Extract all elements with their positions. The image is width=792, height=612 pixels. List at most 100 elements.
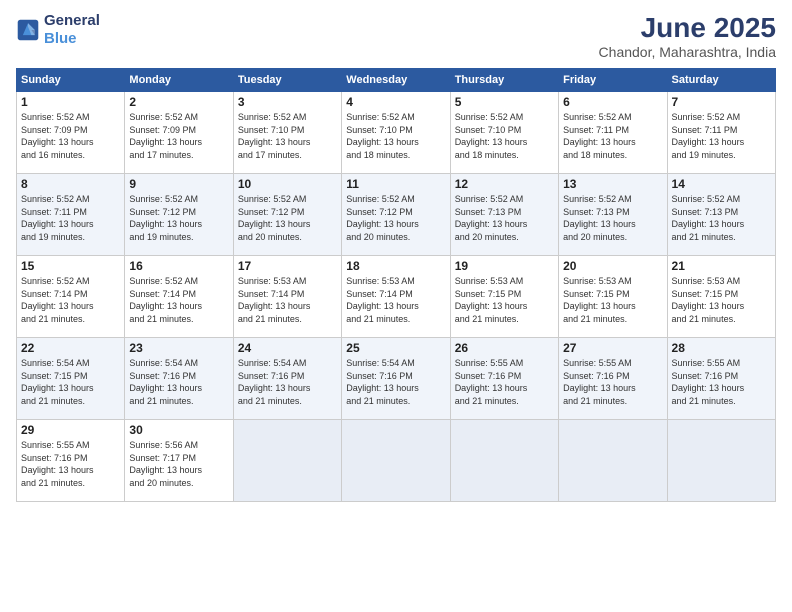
- day-number: 13: [563, 177, 662, 191]
- day-info: Sunrise: 5:52 AMSunset: 7:10 PMDaylight:…: [238, 111, 337, 161]
- table-row: 15Sunrise: 5:52 AMSunset: 7:14 PMDayligh…: [17, 256, 125, 338]
- day-number: 22: [21, 341, 120, 355]
- calendar-week-row: 8 Sunrise: 5:52 AMSunset: 7:11 PMDaylight…: [17, 174, 776, 256]
- day-info: Sunrise: 5:54 AMSunset: 7:16 PMDaylight:…: [346, 357, 445, 407]
- table-row: 17Sunrise: 5:53 AMSunset: 7:14 PMDayligh…: [233, 256, 341, 338]
- day-info: Sunrise: 5:52 AMSunset: 7:13 PMDaylight:…: [563, 193, 662, 243]
- day-number: 16: [129, 259, 228, 273]
- table-row: 11 Sunrise: 5:52 AMSunset: 7:12 PMDayligh…: [342, 174, 450, 256]
- col-monday: Monday: [125, 69, 233, 92]
- day-info: Sunrise: 5:52 AMSunset: 7:13 PMDaylight:…: [455, 193, 554, 243]
- logo-icon: [16, 18, 40, 42]
- day-number: 23: [129, 341, 228, 355]
- day-number: 8: [21, 177, 120, 191]
- table-row: 23 Sunrise: 5:54 AMSunset: 7:16 PMDayligh…: [125, 338, 233, 420]
- day-info: Sunrise: 5:53 AMSunset: 7:15 PMDaylight:…: [455, 275, 554, 325]
- table-row: 8 Sunrise: 5:52 AMSunset: 7:11 PMDaylight…: [17, 174, 125, 256]
- day-info: Sunrise: 5:52 AMSunset: 7:12 PMDaylight:…: [346, 193, 445, 243]
- logo: General Blue: [16, 12, 100, 48]
- location-title: Chandor, Maharashtra, India: [599, 44, 776, 60]
- table-row: 2 Sunrise: 5:52 AMSunset: 7:09 PMDaylight…: [125, 92, 233, 174]
- day-info: Sunrise: 5:55 AMSunset: 7:16 PMDaylight:…: [21, 439, 120, 489]
- table-row: 1 Sunrise: 5:52 AMSunset: 7:09 PMDaylight…: [17, 92, 125, 174]
- table-row: 16Sunrise: 5:52 AMSunset: 7:14 PMDayligh…: [125, 256, 233, 338]
- table-row: 24 Sunrise: 5:54 AMSunset: 7:16 PMDayligh…: [233, 338, 341, 420]
- table-row: 13 Sunrise: 5:52 AMSunset: 7:13 PMDayligh…: [559, 174, 667, 256]
- col-thursday: Thursday: [450, 69, 558, 92]
- table-row: 12 Sunrise: 5:52 AMSunset: 7:13 PMDayligh…: [450, 174, 558, 256]
- day-number: 5: [455, 95, 554, 109]
- table-row: 3 Sunrise: 5:52 AMSunset: 7:10 PMDaylight…: [233, 92, 341, 174]
- day-info: Sunrise: 5:53 AMSunset: 7:15 PMDaylight:…: [672, 275, 771, 325]
- table-row: 5Sunrise: 5:52 AMSunset: 7:10 PMDaylight…: [450, 92, 558, 174]
- day-number: 11: [346, 177, 445, 191]
- day-number: 25: [346, 341, 445, 355]
- table-row: [450, 420, 558, 502]
- day-info: Sunrise: 5:52 AMSunset: 7:14 PMDaylight:…: [21, 275, 120, 325]
- day-number: 9: [129, 177, 228, 191]
- table-row: 21 Sunrise: 5:53 AMSunset: 7:15 PMDayligh…: [667, 256, 775, 338]
- table-row: 29 Sunrise: 5:55 AMSunset: 7:16 PMDayligh…: [17, 420, 125, 502]
- table-row: 22 Sunrise: 5:54 AMSunset: 7:15 PMDayligh…: [17, 338, 125, 420]
- table-row: 28 Sunrise: 5:55 AMSunset: 7:16 PMDayligh…: [667, 338, 775, 420]
- table-row: [342, 420, 450, 502]
- day-number: 26: [455, 341, 554, 355]
- day-number: 3: [238, 95, 337, 109]
- day-info: Sunrise: 5:53 AMSunset: 7:14 PMDaylight:…: [346, 275, 445, 325]
- day-info: Sunrise: 5:56 AMSunset: 7:17 PMDaylight:…: [129, 439, 228, 489]
- table-row: 18 Sunrise: 5:53 AMSunset: 7:14 PMDayligh…: [342, 256, 450, 338]
- table-row: 30 Sunrise: 5:56 AMSunset: 7:17 PMDayligh…: [125, 420, 233, 502]
- day-number: 6: [563, 95, 662, 109]
- day-info: Sunrise: 5:55 AMSunset: 7:16 PMDaylight:…: [563, 357, 662, 407]
- month-title: June 2025: [599, 12, 776, 44]
- day-info: Sunrise: 5:52 AMSunset: 7:11 PMDaylight:…: [563, 111, 662, 161]
- day-info: Sunrise: 5:52 AMSunset: 7:09 PMDaylight:…: [129, 111, 228, 161]
- day-number: 14: [672, 177, 771, 191]
- day-info: Sunrise: 5:55 AMSunset: 7:16 PMDaylight:…: [455, 357, 554, 407]
- title-block: June 2025 Chandor, Maharashtra, India: [599, 12, 776, 60]
- day-number: 27: [563, 341, 662, 355]
- header: General Blue June 2025 Chandor, Maharash…: [16, 12, 776, 60]
- day-info: Sunrise: 5:52 AMSunset: 7:09 PMDaylight:…: [21, 111, 120, 161]
- day-number: 29: [21, 423, 120, 437]
- table-row: 25 Sunrise: 5:54 AMSunset: 7:16 PMDayligh…: [342, 338, 450, 420]
- day-number: 21: [672, 259, 771, 273]
- day-number: 30: [129, 423, 228, 437]
- day-info: Sunrise: 5:54 AMSunset: 7:15 PMDaylight:…: [21, 357, 120, 407]
- logo-line2: Blue: [44, 30, 77, 47]
- day-info: Sunrise: 5:55 AMSunset: 7:16 PMDaylight:…: [672, 357, 771, 407]
- day-number: 20: [563, 259, 662, 273]
- table-row: 10Sunrise: 5:52 AMSunset: 7:12 PMDayligh…: [233, 174, 341, 256]
- calendar-week-row: 1 Sunrise: 5:52 AMSunset: 7:09 PMDaylight…: [17, 92, 776, 174]
- table-row: [667, 420, 775, 502]
- day-number: 1: [21, 95, 120, 109]
- day-number: 2: [129, 95, 228, 109]
- day-number: 24: [238, 341, 337, 355]
- day-info: Sunrise: 5:52 AMSunset: 7:11 PMDaylight:…: [672, 111, 771, 161]
- col-tuesday: Tuesday: [233, 69, 341, 92]
- day-info: Sunrise: 5:52 AMSunset: 7:12 PMDaylight:…: [129, 193, 228, 243]
- calendar-week-row: 15Sunrise: 5:52 AMSunset: 7:14 PMDayligh…: [17, 256, 776, 338]
- day-info: Sunrise: 5:54 AMSunset: 7:16 PMDaylight:…: [129, 357, 228, 407]
- day-number: 18: [346, 259, 445, 273]
- day-info: Sunrise: 5:52 AMSunset: 7:10 PMDaylight:…: [346, 111, 445, 161]
- table-row: 7 Sunrise: 5:52 AMSunset: 7:11 PMDaylight…: [667, 92, 775, 174]
- table-row: 9 Sunrise: 5:52 AMSunset: 7:12 PMDaylight…: [125, 174, 233, 256]
- day-info: Sunrise: 5:53 AMSunset: 7:14 PMDaylight:…: [238, 275, 337, 325]
- day-number: 7: [672, 95, 771, 109]
- logo-line1: General: [44, 12, 100, 30]
- col-sunday: Sunday: [17, 69, 125, 92]
- table-row: 20Sunrise: 5:53 AMSunset: 7:15 PMDayligh…: [559, 256, 667, 338]
- col-saturday: Saturday: [667, 69, 775, 92]
- col-wednesday: Wednesday: [342, 69, 450, 92]
- calendar: Sunday Monday Tuesday Wednesday Thursday…: [16, 68, 776, 502]
- day-number: 12: [455, 177, 554, 191]
- day-info: Sunrise: 5:54 AMSunset: 7:16 PMDaylight:…: [238, 357, 337, 407]
- day-number: 10: [238, 177, 337, 191]
- table-row: 27 Sunrise: 5:55 AMSunset: 7:16 PMDayligh…: [559, 338, 667, 420]
- day-info: Sunrise: 5:52 AMSunset: 7:11 PMDaylight:…: [21, 193, 120, 243]
- table-row: 4Sunrise: 5:52 AMSunset: 7:10 PMDaylight…: [342, 92, 450, 174]
- day-info: Sunrise: 5:52 AMSunset: 7:13 PMDaylight:…: [672, 193, 771, 243]
- table-row: 14 Sunrise: 5:52 AMSunset: 7:13 PMDayligh…: [667, 174, 775, 256]
- day-number: 28: [672, 341, 771, 355]
